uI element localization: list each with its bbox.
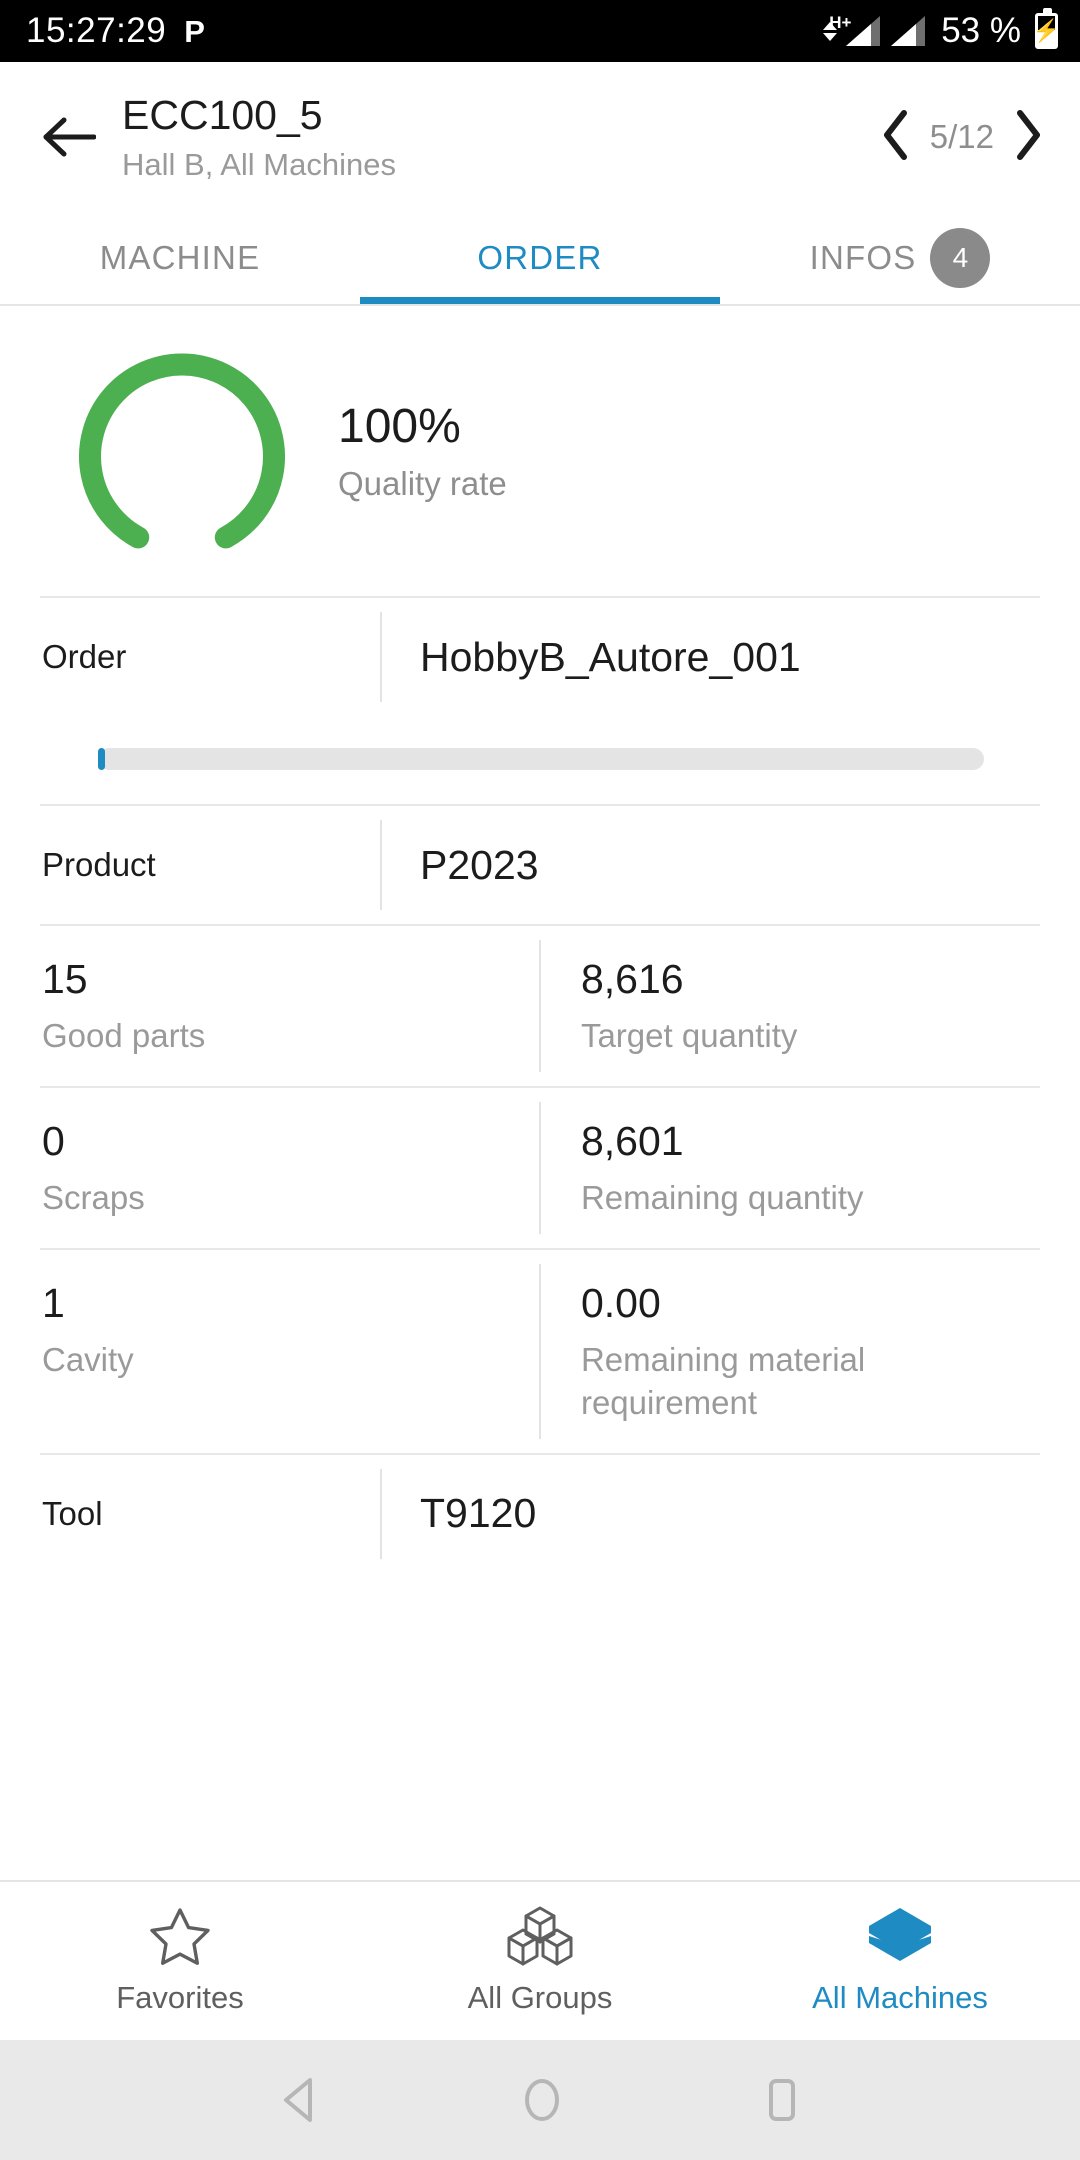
android-navigation-bar	[0, 2040, 1080, 2160]
tool-key: Tool	[42, 1494, 103, 1532]
app-header: ECC100_5 Hall B, All Machines 5/12	[0, 62, 1080, 212]
tab-infos[interactable]: INFOS 4	[720, 212, 1080, 304]
tab-order-label: ORDER	[477, 239, 603, 276]
phone-screen: 15:27:29 P H+ 53 % ⚡ ECC100_5 Hall B, Al…	[0, 0, 1080, 2160]
order-row: Order HobbyB_Autore_001	[0, 598, 1080, 716]
nav-item-favorites[interactable]: Favorites	[0, 1882, 360, 2040]
tab-order[interactable]: ORDER	[360, 212, 720, 304]
stat-cell-target-quantity: 8,616 Target quantity	[541, 926, 1040, 1086]
nav-item-all-machines[interactable]: All Machines	[720, 1882, 1080, 2040]
tab-infos-label: INFOS	[809, 239, 917, 276]
battery-charging-icon: ⚡	[1033, 8, 1060, 49]
tab-machine-label: MACHINE	[99, 239, 261, 276]
order-progress-fill	[98, 748, 105, 770]
back-button[interactable]	[30, 98, 108, 176]
order-progress-track	[98, 748, 984, 770]
stat-cell-remaining-quantity: 8,601 Remaining quantity	[541, 1088, 1040, 1248]
stat-value: 8,601	[580, 1118, 684, 1165]
stat-value: 8,616	[580, 956, 684, 1002]
circle-home-icon	[524, 2079, 559, 2121]
layers-icon	[869, 1908, 931, 1961]
stat-cell-remaining-material: 0.00 Remaining material requirement	[541, 1250, 1040, 1453]
stat-label: Good parts	[42, 1017, 206, 1055]
status-bar-right: H+ 53 % ⚡	[823, 8, 1060, 51]
stat-cell-good-parts: 15 Good parts	[40, 926, 539, 1086]
stat-label: Scraps	[42, 1179, 145, 1217]
tool-value: T9120	[420, 1490, 537, 1537]
quality-rate-gauge	[79, 353, 285, 549]
pagination-control: 5/12	[878, 109, 1054, 166]
stat-value: 0	[42, 1118, 65, 1165]
order-progress-wrapper	[0, 716, 1080, 804]
stat-label: Target quantity	[580, 1017, 798, 1055]
status-clock: 15:27:29	[26, 11, 167, 50]
page-subtitle: Hall B, All Machines	[122, 146, 396, 182]
android-home-button[interactable]	[519, 2076, 565, 2124]
tab-bar: MACHINE ORDER INFOS 4	[0, 212, 1080, 304]
star-outline-icon	[150, 1908, 210, 1965]
cubes-icon	[507, 1906, 573, 1966]
arrow-left-icon	[43, 117, 96, 157]
order-key: Order	[42, 638, 127, 675]
product-row: Product P2023	[0, 806, 1080, 924]
stat-value: 15	[42, 956, 88, 1002]
stats-row: 15 Good parts 8,616 Target quantity	[0, 926, 1080, 1086]
stat-value: 0.00	[580, 1280, 661, 1327]
stats-row: 0 Scraps 8,601 Remaining quantity	[0, 1088, 1080, 1248]
nav-label-favorites: Favorites	[116, 1980, 244, 2015]
stat-label: Remaining quantity	[580, 1179, 864, 1217]
stat-label: Remaining material requirement	[580, 1341, 866, 1422]
nav-item-all-groups[interactable]: All Groups	[360, 1882, 720, 2040]
notification-app-icon: P	[184, 13, 205, 49]
chevron-left-icon	[883, 109, 907, 160]
android-recents-button[interactable]	[762, 2076, 802, 2124]
signal-bars-icon-2	[891, 16, 926, 46]
infos-badge: 4	[930, 228, 991, 288]
next-machine-button[interactable]	[1010, 109, 1046, 166]
triangle-back-icon	[284, 2078, 313, 2122]
quality-rate-text: 100% Quality rate	[286, 399, 507, 504]
android-back-button[interactable]	[278, 2076, 322, 2124]
quality-rate-value: 100%	[338, 399, 461, 453]
stats-row: 1 Cavity 0.00 Remaining material require…	[0, 1250, 1080, 1453]
stat-value: 1	[42, 1280, 65, 1327]
tool-row: Tool T9120	[0, 1455, 1080, 1573]
product-value: P2023	[420, 841, 539, 888]
previous-machine-button[interactable]	[878, 109, 914, 166]
pagination-count: 5/12	[929, 118, 994, 155]
square-recents-icon	[768, 2079, 795, 2121]
tab-machine[interactable]: MACHINE	[0, 212, 360, 304]
signal-bars-icon-1: H+	[829, 13, 881, 46]
header-titles: ECC100_5 Hall B, All Machines	[108, 92, 878, 183]
page-title: ECC100_5	[122, 91, 323, 138]
stat-cell-cavity: 1 Cavity	[40, 1250, 539, 1453]
order-value: HobbyB_Autore_001	[420, 633, 801, 680]
nav-label-all-groups: All Groups	[467, 1980, 613, 2015]
quality-rate-label: Quality rate	[338, 465, 507, 503]
product-key: Product	[42, 846, 156, 883]
stat-label: Cavity	[42, 1341, 134, 1379]
stat-cell-scraps: 0 Scraps	[40, 1088, 539, 1248]
battery-percent-label: 53 %	[941, 11, 1021, 50]
quality-rate-gauge-block: 100% Quality rate	[0, 306, 1080, 596]
status-bar: 15:27:29 P H+ 53 % ⚡	[0, 0, 1080, 62]
chevron-right-icon	[1017, 109, 1040, 160]
bottom-navigation: Favorites All Groups All Machines	[0, 1880, 1080, 2040]
status-bar-left: 15:27:29 P	[26, 11, 205, 51]
order-content: 100% Quality rate Order HobbyB_Autore_00…	[0, 306, 1080, 1880]
nav-label-all-machines: All Machines	[812, 1980, 988, 2015]
tab-active-indicator	[360, 297, 720, 304]
